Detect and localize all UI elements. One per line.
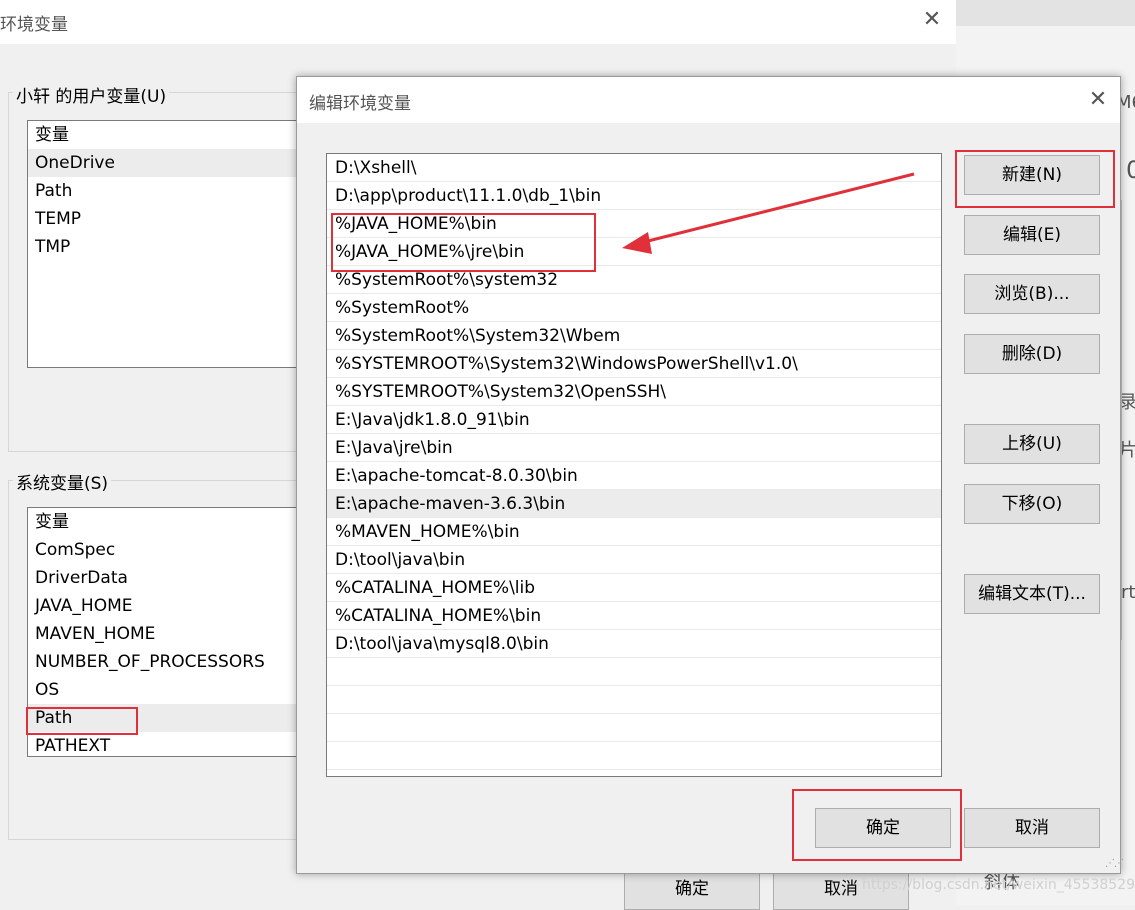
annotation-arrow-icon — [622, 172, 915, 254]
watermark-text: https://blog.csdn.net/weixin_45538529 — [862, 877, 1135, 893]
